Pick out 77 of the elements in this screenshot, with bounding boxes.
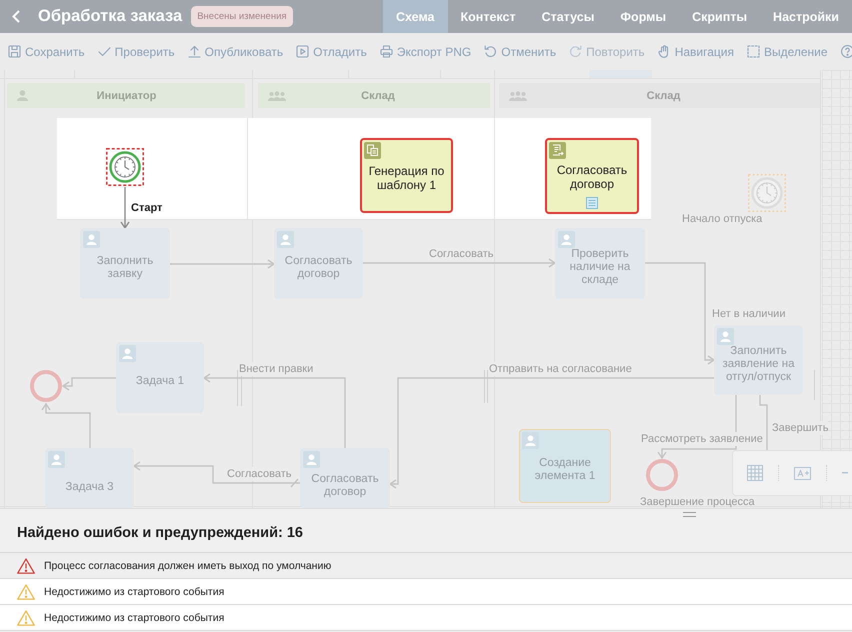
check-button[interactable]: Проверить (98, 44, 175, 58)
flow-label: Завершить (772, 421, 828, 435)
status-badge: Внесены изменения (191, 6, 293, 27)
flow-label: Отправить на согласование (489, 362, 632, 376)
flow-label: Рассмотреть заявление (641, 432, 763, 446)
connector-arrow (62, 377, 116, 391)
lane-title: Инициатор (96, 90, 158, 102)
grid-icon[interactable] (747, 465, 763, 481)
task-label: Генерация по шаблону 1 (368, 164, 445, 192)
task-label: Проверить наличие на складе (568, 248, 632, 287)
task-label: Создание элемента 1 (534, 457, 596, 483)
undo-icon (484, 45, 498, 58)
tab[interactable]: Контекст (448, 0, 529, 33)
flow-label: Согласовать (227, 467, 292, 481)
clock-icon (114, 156, 136, 178)
task-label: Согласовать договор (556, 163, 628, 191)
event-label: Завершение процесса (640, 496, 755, 508)
warning-triangle-icon (17, 610, 35, 626)
task-label: Согласовать договор (284, 254, 354, 280)
warning-triangle-icon (17, 584, 35, 600)
floppy-icon (8, 45, 21, 58)
error-triangle-icon (17, 558, 35, 574)
people-icon (268, 90, 286, 100)
lane-title: Склад (360, 90, 396, 102)
printer-icon (380, 45, 393, 58)
connector-arrow (120, 187, 130, 230)
connector-arrow (41, 402, 91, 448)
person-icon (303, 451, 320, 468)
chevron-left-icon (12, 10, 20, 23)
save-button[interactable]: Сохранить (8, 44, 85, 58)
document-list-icon (364, 142, 381, 159)
publish-button[interactable]: Опубликовать (188, 44, 284, 58)
problems-title: Найдено ошибок и предупреждений: 16 (17, 524, 303, 540)
process-title: Обработка заказа (38, 7, 182, 26)
export-button[interactable]: Экспорт PNG (380, 44, 472, 58)
person-icon (48, 451, 65, 468)
people-icon (509, 90, 527, 100)
list-icon (586, 197, 598, 209)
dashed-square-icon (746, 45, 760, 58)
tab[interactable]: Схема (383, 0, 448, 33)
event-label: Начало отпуска (682, 213, 762, 225)
person-icon (119, 345, 136, 362)
help-button[interactable] (840, 45, 852, 58)
play-square-icon (296, 45, 310, 58)
person-icon (17, 90, 28, 101)
person-icon (717, 328, 734, 345)
help-icon (840, 45, 852, 58)
person-icon (277, 231, 294, 248)
flow-label: Внести правки (239, 362, 314, 376)
event-label: Старт (131, 202, 162, 214)
clock-icon (756, 182, 778, 204)
person-icon (522, 432, 539, 449)
undo-button[interactable]: Отменить (484, 44, 556, 58)
hand-icon (658, 45, 671, 58)
task-label: Заполнить заявку (96, 254, 154, 280)
problem-row[interactable]: Недостижимо из стартового события (0, 605, 852, 631)
lane-title: Склад (646, 90, 682, 102)
task-label: Согласовать договор (310, 473, 380, 499)
checkmark-icon (98, 45, 111, 58)
debug-button[interactable]: Отладить (296, 44, 367, 58)
person-icon (83, 231, 100, 248)
drag-handle-icon[interactable] (683, 512, 696, 517)
tab[interactable]: Статусы (528, 0, 608, 33)
task-label: Задача 3 (65, 480, 114, 494)
font-size-icon[interactable] (794, 466, 811, 480)
minus-icon[interactable] (842, 472, 848, 474)
pan-button[interactable]: Навигация (658, 44, 734, 58)
task-label: Задача 1 (136, 375, 184, 388)
select-button[interactable]: Выделение (746, 44, 828, 58)
person-icon (558, 231, 575, 248)
problem-row[interactable]: Недостижимо из стартового события (0, 579, 852, 605)
tab[interactable]: Скрипты (679, 0, 760, 33)
tab[interactable]: Формы (607, 0, 680, 33)
tab[interactable]: Настройки (760, 0, 852, 33)
upload-icon (188, 45, 201, 58)
redo-icon (569, 45, 582, 58)
task-label: Заполнить заявление на отгул/отпуск (722, 344, 796, 384)
